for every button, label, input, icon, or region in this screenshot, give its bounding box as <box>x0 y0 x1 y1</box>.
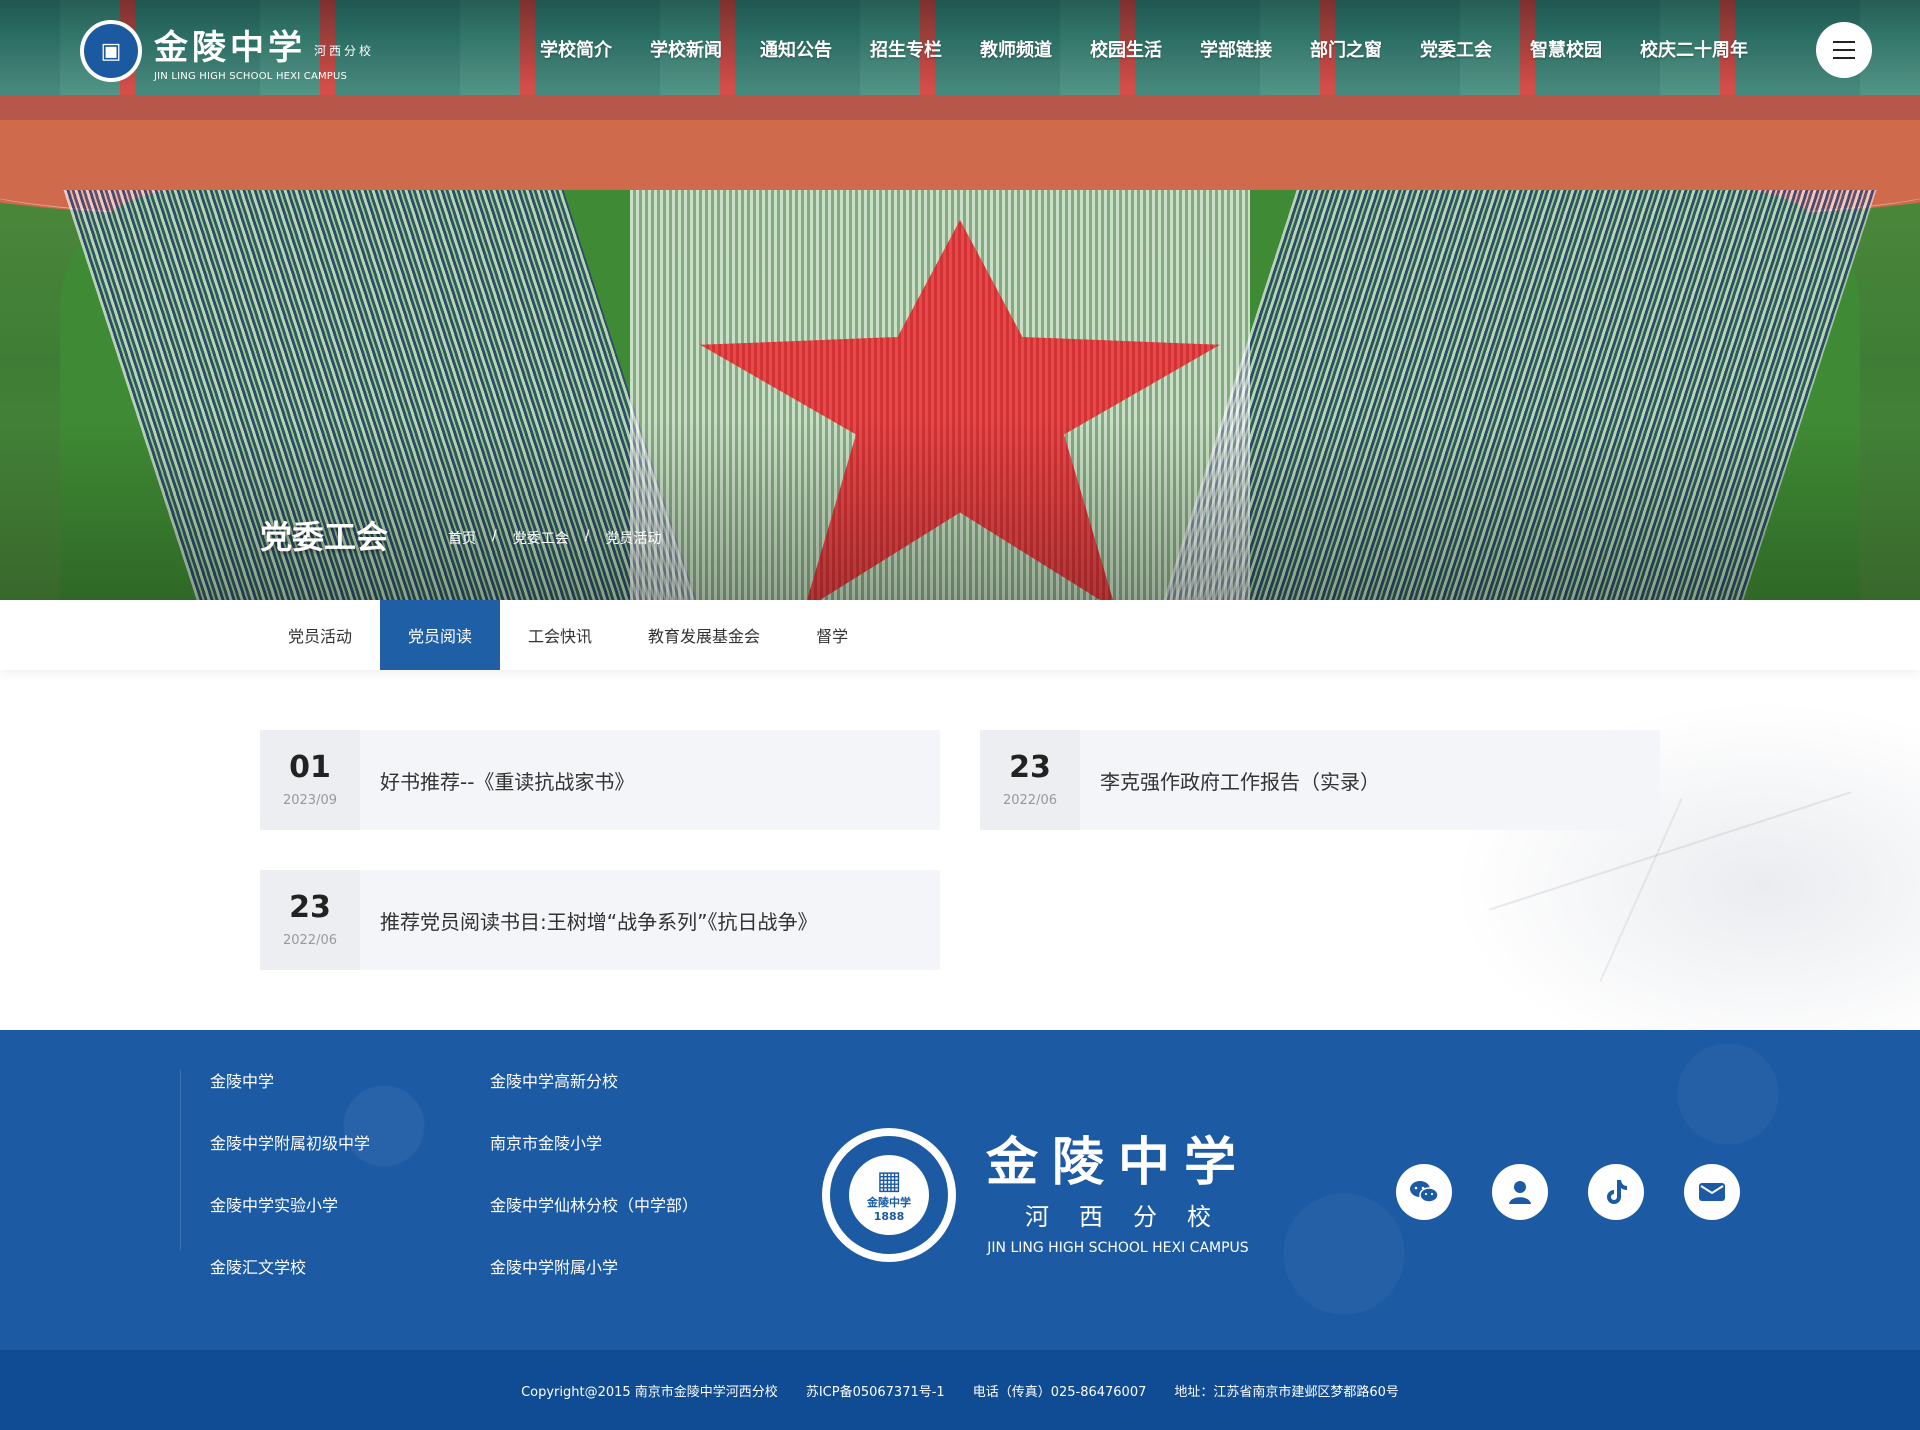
date-block: 23 2022/06 <box>260 870 360 970</box>
social-links <box>1396 1164 1740 1220</box>
tab-supervision[interactable]: 督学 <box>788 600 876 670</box>
nav-item-divisions[interactable]: 学部链接 <box>1200 36 1272 62</box>
footer-link[interactable]: 金陵中学附属小学 <box>490 1256 770 1280</box>
date-day: 01 <box>289 749 331 785</box>
nav-item-campus-life[interactable]: 校园生活 <box>1090 36 1162 62</box>
nav-item-about[interactable]: 学校简介 <box>540 36 612 62</box>
icp-number[interactable]: 苏ICP备05067371号-1 <box>806 1381 945 1400</box>
tab-party-reading[interactable]: 党员阅读 <box>380 600 501 670</box>
sub-nav-tabs: 党员活动 党员阅读 工会快讯 教育发展基金会 督学 <box>0 600 1920 670</box>
footer-link[interactable]: 南京市金陵小学 <box>490 1132 770 1156</box>
seal-name: 金陵中学 <box>867 1195 911 1209</box>
footer-logo: ▦ 金陵中学 1888 金陵中学 河西分校 JIN LING HIGH SCHO… <box>822 1128 1250 1262</box>
wechat-icon[interactable] <box>1396 1164 1452 1220</box>
site-logo[interactable]: ▣ 金陵中学 河西分校 JIN LING HIGH SCHOOL HEXI CAM… <box>80 20 374 82</box>
breadcrumb-separator: / <box>492 528 497 544</box>
list-item[interactable]: 23 2022/06 推荐党员阅读书目:王树增“战争系列”《抗日战争》 <box>260 870 940 970</box>
footer-link[interactable]: 金陵中学仙林分校（中学部） <box>490 1194 770 1218</box>
hero-banner: ▣ 金陵中学 河西分校 JIN LING HIGH SCHOOL HEXI CAM… <box>0 0 1920 600</box>
copyright-text: Copyright@2015 南京市金陵中学河西分校 <box>521 1384 778 1400</box>
footer-link[interactable]: 金陵汇文学校 <box>210 1256 490 1280</box>
date-day: 23 <box>1009 749 1051 785</box>
nav-item-anniversary[interactable]: 校庆二十周年 <box>1640 36 1748 62</box>
copyright-bar: Copyright@2015 南京市金陵中学河西分校 苏ICP备05067371… <box>0 1350 1920 1430</box>
breadcrumb-current[interactable]: 党员活动 <box>605 528 661 548</box>
nav-item-smart-campus[interactable]: 智慧校园 <box>1530 36 1602 62</box>
footer-link[interactable]: 金陵中学附属初级中学 <box>210 1132 490 1156</box>
breadcrumb-separator: / <box>584 528 590 544</box>
footer-campus-name: 河西分校 <box>1025 1203 1241 1232</box>
nav-item-admissions[interactable]: 招生专栏 <box>870 36 942 62</box>
article-title[interactable]: 李克强作政府工作报告（实录） <box>1080 730 1380 830</box>
footer-logo-text: 金陵中学 河西分校 JIN LING HIGH SCHOOL HEXI CAMP… <box>986 1134 1250 1256</box>
logo-english: JIN LING HIGH SCHOOL HEXI CAMPUS <box>154 71 348 82</box>
date-day: 23 <box>289 889 331 925</box>
nav-item-notices[interactable]: 通知公告 <box>760 36 832 62</box>
list-item[interactable]: 01 2023/09 好书推荐--《重读抗战家书》 <box>260 730 940 830</box>
footer-divider <box>180 1070 181 1250</box>
phone-text: 电话（传真）025-86476007 <box>972 1384 1147 1400</box>
footer-links: 金陵中学 金陵中学高新分校 金陵中学附属初级中学 南京市金陵小学 金陵中学实验小… <box>180 1070 770 1280</box>
date-block: 23 2022/06 <box>980 730 1080 830</box>
school-seal-icon: ▦ 金陵中学 1888 <box>822 1128 956 1262</box>
footer-link[interactable]: 金陵中学高新分校 <box>490 1070 770 1094</box>
date-year-month: 2023/09 <box>282 792 337 808</box>
date-block: 01 2023/09 <box>260 730 360 830</box>
list-item[interactable]: 23 2022/06 李克强作政府工作报告（实录） <box>980 730 1660 830</box>
school-seal-icon: ▣ <box>80 20 142 82</box>
breadcrumb-section[interactable]: 党委工会 <box>513 528 569 548</box>
article-title[interactable]: 好书推荐--《重读抗战家书》 <box>360 730 634 830</box>
date-year-month: 2022/06 <box>1002 792 1057 808</box>
site-footer: 金陵中学 金陵中学高新分校 金陵中学附属初级中学 南京市金陵小学 金陵中学实验小… <box>0 1030 1920 1350</box>
tab-union-news[interactable]: 工会快讯 <box>500 600 620 670</box>
mail-icon[interactable] <box>1684 1164 1740 1220</box>
main-nav: 学校简介 学校新闻 通知公告 招生专栏 教师频道 校园生活 学部链接 部门之窗 … <box>540 36 1786 62</box>
footer-school-name: 金陵中学 <box>986 1131 1251 1193</box>
seal-year: 1888 <box>873 1209 905 1223</box>
logo-text: 金陵中学 河西分校 JIN LING HIGH SCHOOL HEXI CAMPU… <box>154 20 374 82</box>
logo-campus: 河西分校 <box>314 44 375 58</box>
tab-party-activities[interactable]: 党员活动 <box>260 600 380 670</box>
address-text: 地址：江苏省南京市建邺区梦都路60号 <box>1174 1384 1399 1400</box>
breadcrumb: 首页 / 党委工会 / 党员活动 <box>448 528 661 548</box>
date-year-month: 2022/06 <box>282 932 337 948</box>
page-title: 党委工会 <box>260 518 389 556</box>
nav-item-party-union[interactable]: 党委工会 <box>1420 36 1492 62</box>
logo-name: 金陵中学 <box>154 28 306 68</box>
footer-link[interactable]: 金陵中学 <box>210 1070 490 1094</box>
background-decoration <box>1400 670 1920 1030</box>
hamburger-menu-icon[interactable] <box>1816 22 1872 78</box>
tiktok-icon[interactable] <box>1588 1164 1644 1220</box>
user-icon[interactable] <box>1492 1164 1548 1220</box>
article-list: 01 2023/09 好书推荐--《重读抗战家书》 23 2022/06 李克强… <box>0 670 1920 1030</box>
breadcrumb-home[interactable]: 首页 <box>448 528 476 548</box>
footer-english-name: JIN LING HIGH SCHOOL HEXI CAMPUS <box>987 1240 1249 1257</box>
tab-education-foundation[interactable]: 教育发展基金会 <box>620 600 788 670</box>
footer-link[interactable]: 金陵中学实验小学 <box>210 1194 490 1218</box>
nav-item-news[interactable]: 学校新闻 <box>650 36 722 62</box>
site-header: ▣ 金陵中学 河西分校 JIN LING HIGH SCHOOL HEXI CAM… <box>0 0 1920 100</box>
nav-item-teachers[interactable]: 教师频道 <box>980 36 1052 62</box>
nav-item-departments[interactable]: 部门之窗 <box>1310 36 1382 62</box>
article-title[interactable]: 推荐党员阅读书目:王树增“战争系列”《抗日战争》 <box>360 870 817 970</box>
